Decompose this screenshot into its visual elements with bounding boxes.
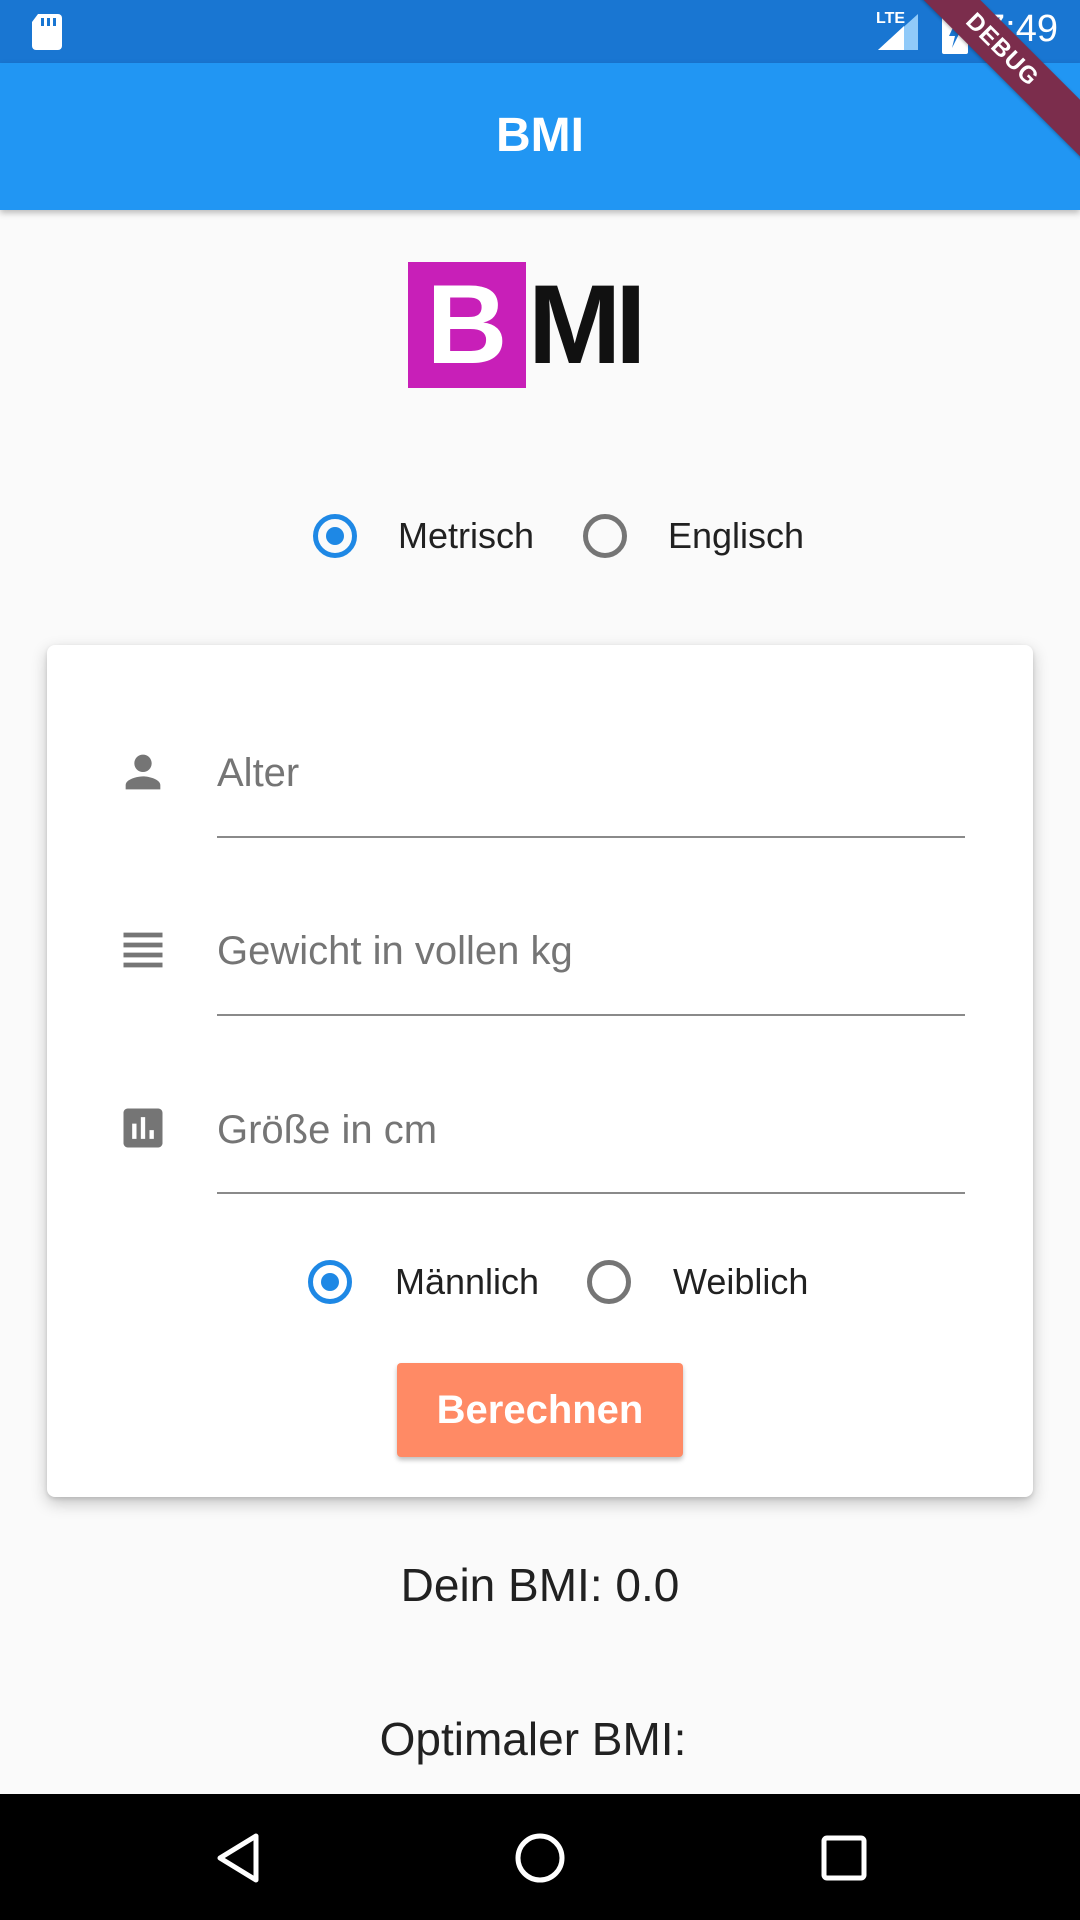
radio-label-metric[interactable]: Metrisch [398, 515, 534, 557]
app-title: BMI [496, 109, 584, 162]
weight-underline [217, 1014, 965, 1016]
status-bar: LTE 7:49 [0, 0, 1080, 63]
logo-letters-mi: MI [528, 262, 646, 387]
bmi-logo: B MI [408, 260, 668, 390]
height-underline [217, 1192, 965, 1194]
age-input[interactable] [217, 743, 965, 803]
debug-banner-container: DEBUG [920, 0, 1080, 160]
radio-female[interactable] [587, 1260, 631, 1304]
back-triangle-icon[interactable] [212, 1832, 264, 1884]
weight-input[interactable] [217, 921, 965, 981]
sd-card-icon [32, 14, 62, 50]
radio-male[interactable] [308, 1260, 352, 1304]
radio-label-female[interactable]: Weiblich [673, 1261, 808, 1303]
home-circle-icon[interactable] [514, 1832, 566, 1884]
debug-banner: DEBUG [920, 0, 1080, 160]
recents-square-icon[interactable] [818, 1832, 870, 1884]
calculate-button[interactable]: Berechnen [397, 1363, 683, 1457]
person-icon [125, 754, 161, 790]
optimal-bmi: Optimaler BMI: [379, 1713, 687, 1765]
weight-lines-icon [123, 932, 163, 968]
input-card: Männlich Weiblich Berechnen [47, 645, 1033, 1497]
height-input[interactable] [217, 1100, 965, 1160]
navigation-bar [0, 1794, 1080, 1920]
logo-letter-b: B [408, 262, 526, 388]
radio-metric[interactable] [313, 514, 357, 558]
radio-label-male[interactable]: Männlich [395, 1261, 539, 1303]
bmi-result: Dein BMI: 0.0 [400, 1559, 680, 1611]
radio-label-english[interactable]: Englisch [668, 515, 804, 557]
app-bar: BMI [0, 63, 1080, 210]
age-underline [217, 836, 965, 838]
radio-english[interactable] [583, 514, 627, 558]
cell-signal-icon [878, 14, 918, 50]
bar-chart-icon [123, 1108, 163, 1148]
